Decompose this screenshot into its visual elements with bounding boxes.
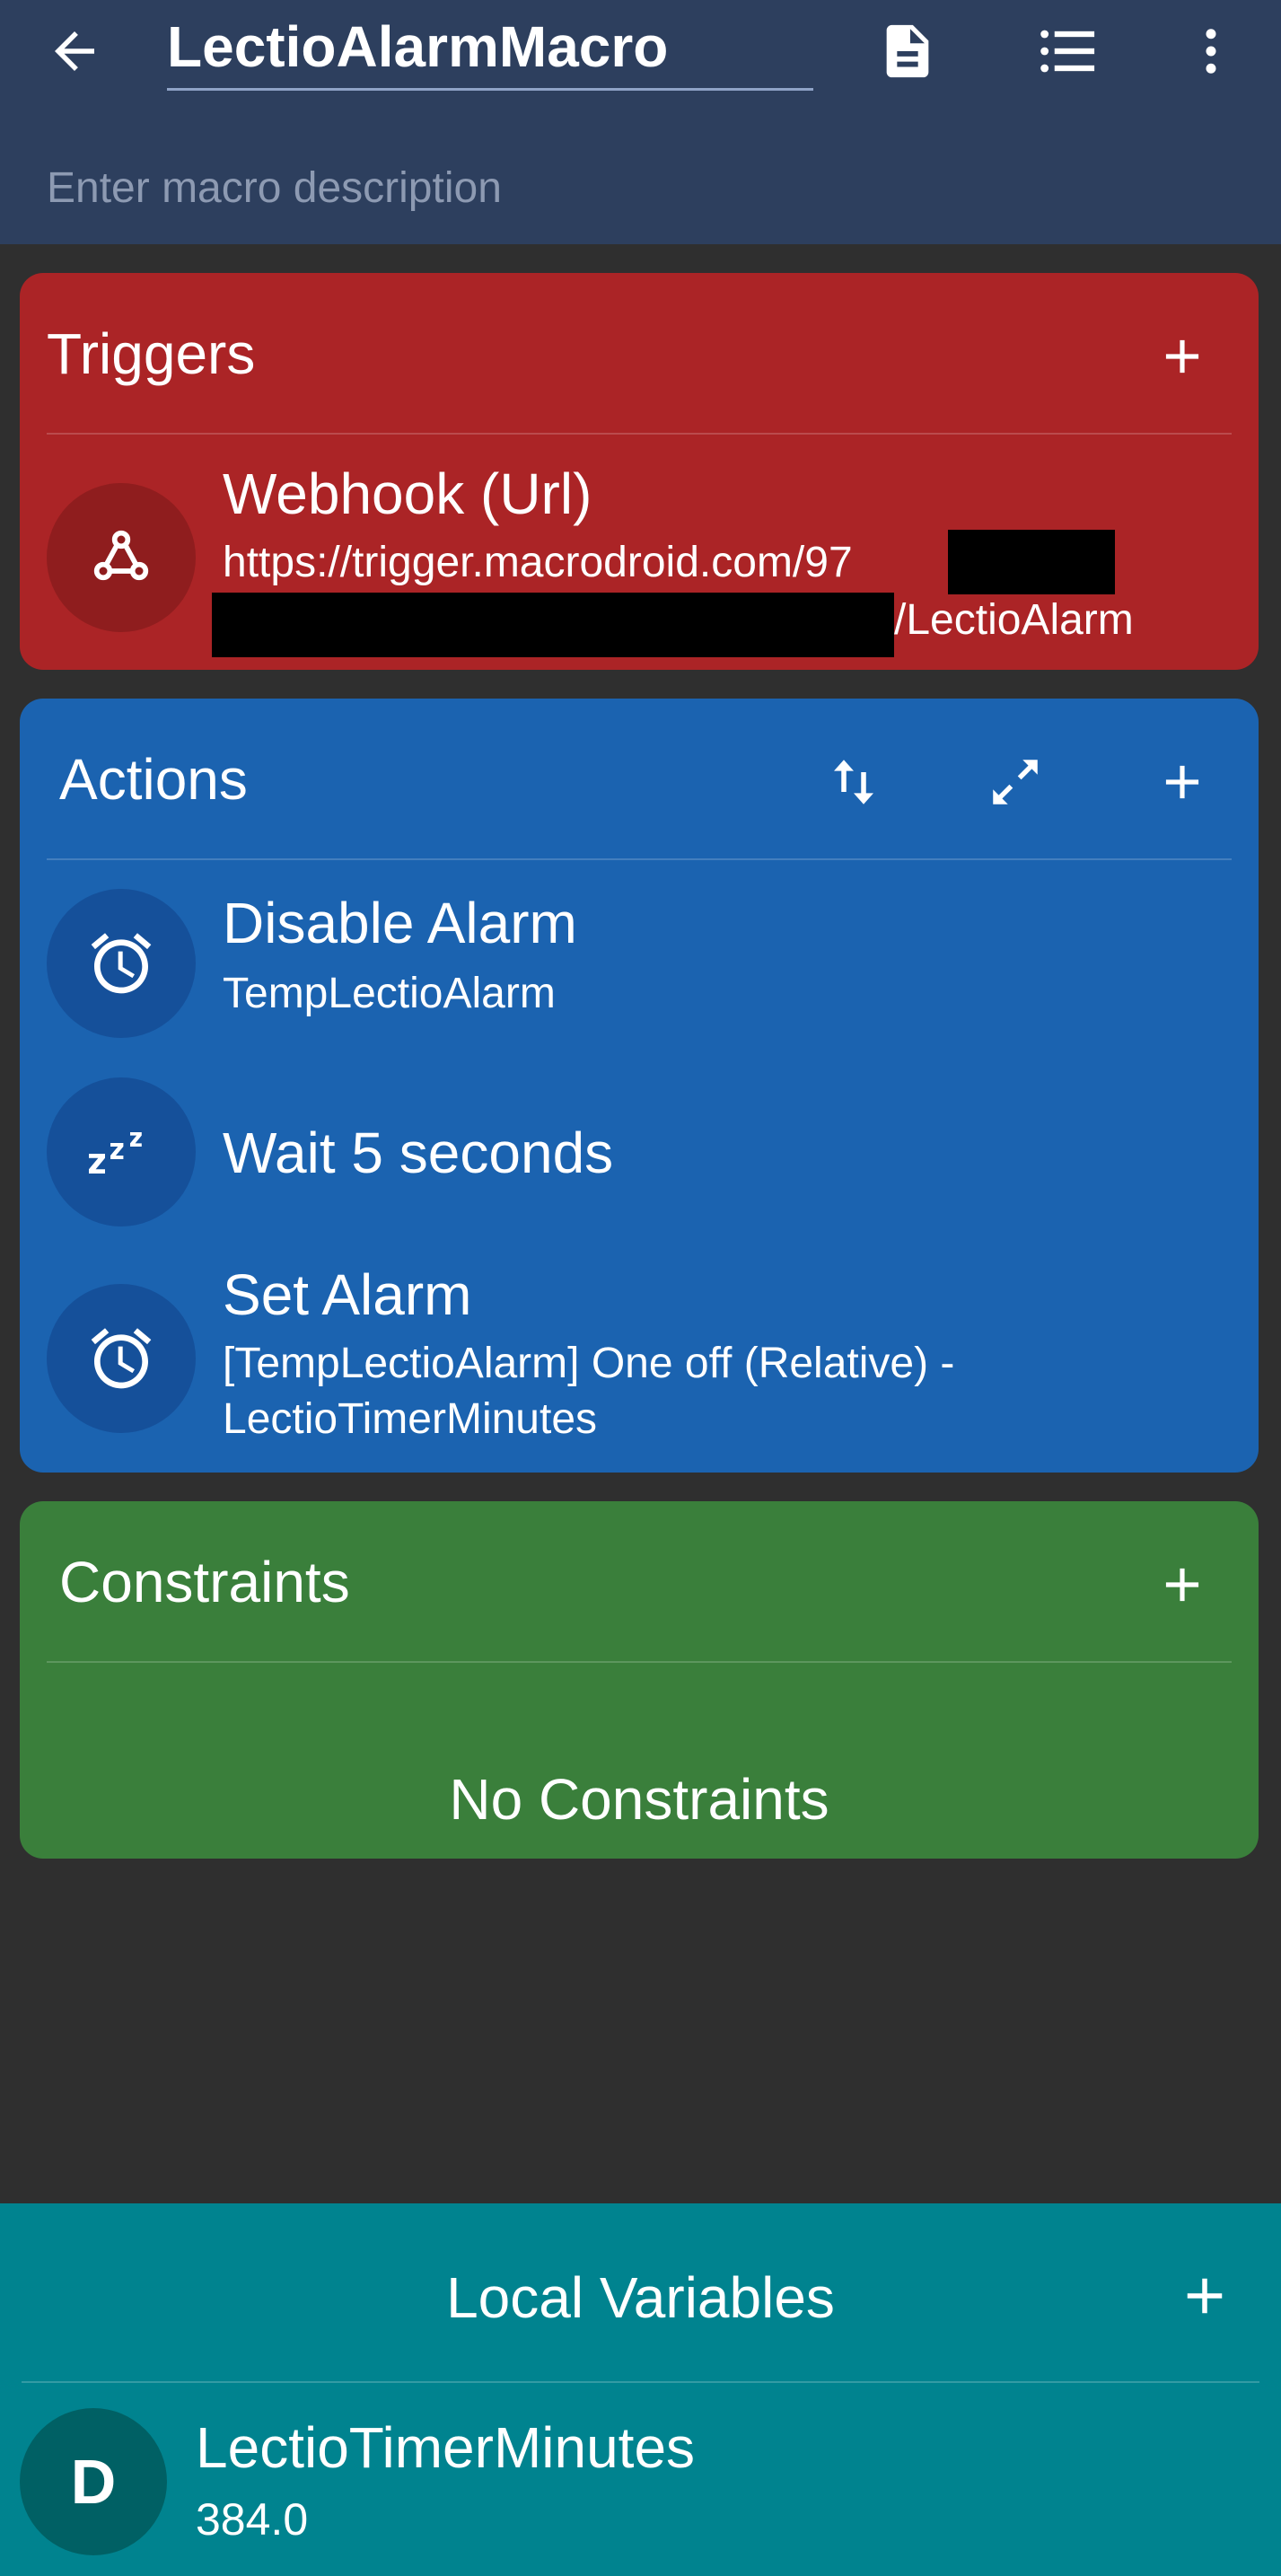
more-options-button[interactable] [1172,13,1250,90]
document-button[interactable] [869,13,946,90]
reorder-actions-button[interactable] [813,742,894,822]
local-variables-divider [22,2381,1259,2383]
document-icon [886,24,929,78]
add-constraint-button[interactable] [1142,1544,1223,1625]
webhook-url-line2: /LectioAlarm [894,596,1134,644]
swap-vertical-icon [834,760,873,804]
triggers-divider [47,433,1232,435]
webhook-url-line1: https://trigger.macrodroid.com/97 [223,539,853,586]
plus-icon [1165,765,1199,799]
constraints-header: Constraints [20,1501,1259,1661]
actions-header: Actions [20,699,1259,858]
webhook-icon [93,530,149,581]
no-constraints-text: No Constraints [449,1767,829,1832]
constraints-card: Constraints No Constraints [20,1501,1259,1859]
alarm-clock-icon [91,933,152,994]
local-variables-panel: Local Variables D LectioTimerMinutes 384… [0,2203,1281,2576]
actions-divider [47,858,1232,860]
action-title: Disable Alarm [223,891,577,955]
constraints-divider [47,1661,1232,1663]
list-icon [1040,30,1095,73]
action-title: Wait 5 seconds [223,1121,614,1185]
alarm-clock-icon [91,1328,152,1389]
variable-name: LectioTimerMinutes [196,2415,696,2480]
action-subtitle-line2: LectioTimerMinutes [223,1395,598,1443]
constraints-title: Constraints [59,1550,350,1614]
back-button[interactable] [36,13,113,90]
triggers-header: Triggers [20,273,1259,433]
trigger-icon-circle [47,483,196,632]
plus-icon [1165,1568,1199,1602]
macro-description-input[interactable]: Enter macro description [47,154,502,223]
back-arrow-icon [55,31,94,71]
macro-name-input[interactable]: LectioAlarmMacro [167,5,813,91]
add-local-variable-button[interactable] [1164,2255,1245,2336]
action-icon-circle [47,1284,196,1433]
add-trigger-button[interactable] [1142,316,1223,397]
zzz-icon [89,1132,142,1174]
expand-actions-button[interactable] [975,742,1056,822]
expand-icon [993,760,1038,804]
trigger-title: Webhook (Url) [223,462,592,526]
plus-icon [1187,2278,1223,2314]
actions-title: Actions [59,747,248,812]
list-button[interactable] [1029,13,1106,90]
action-subtitle-line1: [TempLectioAlarm] One off (Relative) - [223,1340,955,1387]
local-variables-title: Local Variables [446,2265,835,2330]
more-vertical-icon [1206,29,1216,74]
action-subtitle: TempLectioAlarm [223,970,556,1017]
redaction-box [212,593,894,657]
redaction-box [948,530,1115,594]
triggers-card: Triggers Webhook (Url) https://trigger.m… [20,273,1259,670]
action-icon-circle [47,889,196,1038]
action-icon-circle [47,1077,196,1226]
actions-card: Actions Disable Alarm TempLectioAlarm Wa… [20,699,1259,1473]
add-action-button[interactable] [1142,742,1223,822]
triggers-title: Triggers [47,321,256,386]
variable-type-avatar: D [20,2408,167,2555]
action-title: Set Alarm [223,1262,472,1327]
top-app-bar: LectioAlarmMacro Enter macro description [0,0,1281,244]
plus-icon [1165,339,1199,374]
variable-value: 384.0 [196,2494,309,2545]
